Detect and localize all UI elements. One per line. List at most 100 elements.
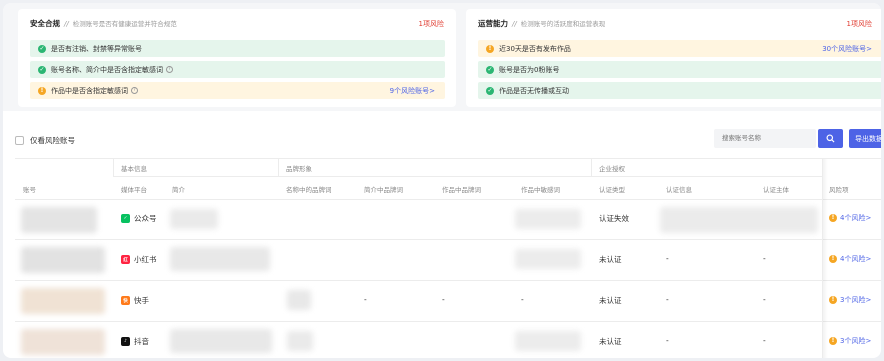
check-row-label: 作品中是否含指定敏感词 <box>51 86 128 95</box>
kuaishou-icon: 快 <box>121 296 130 305</box>
col-works-sensitive: 作品中敏感词 <box>521 186 560 194</box>
auth-subject: - <box>763 254 766 263</box>
name-brand-value <box>287 331 313 351</box>
col-platform: 媒体平台 <box>121 186 147 194</box>
auth-type: 未认证 <box>599 337 622 346</box>
warning-icon: ! <box>486 44 494 53</box>
col-auth-type: 认证类型 <box>599 186 625 194</box>
xiaohongshu-icon: 红 <box>121 255 130 264</box>
col-intro: 简介 <box>172 186 185 194</box>
intro-text <box>170 247 270 271</box>
check-pass-icon: ✓ <box>486 86 494 95</box>
platform-name: 快手 <box>134 296 149 305</box>
name-brand-value <box>287 290 311 310</box>
auth-type: 认证失效 <box>599 214 629 223</box>
account-avatar <box>21 247 105 273</box>
risk-link[interactable]: ! 3个风险> <box>829 336 871 346</box>
platform-name: 抖音 <box>134 337 149 346</box>
operations-title: 运营能力 <box>478 19 508 28</box>
platform-name: 小红书 <box>134 255 157 264</box>
check-row-works-sensitive: ! 作品中是否含指定敏感词 ? 9个风险账号> <box>30 82 445 99</box>
group-brand-image: 品牌形象 <box>286 165 312 173</box>
works-sensitive-value <box>515 249 581 269</box>
export-button[interactable]: 导出数据 <box>849 129 881 148</box>
douyin-icon: ♪ <box>121 337 130 346</box>
search-input[interactable] <box>714 129 816 148</box>
risk-link[interactable]: ! 3个风险> <box>829 295 871 305</box>
risk-only-label: 仅看风险账号 <box>30 136 75 145</box>
search-button[interactable] <box>818 129 843 148</box>
platform-name: 公众号 <box>134 214 157 223</box>
check-row-no-interaction: ✓ 作品是否无传播或互动 <box>478 82 881 99</box>
operations-card-header: 运营能力 // 检测账号的活跃度和运营表现 1项风险 <box>466 9 881 31</box>
help-icon[interactable]: ? <box>166 66 173 73</box>
risk-count: 3个风险> <box>840 296 872 304</box>
check-row-abnormal-account: ✓ 是否有注销、封禁等异常账号 <box>30 40 445 57</box>
search-icon <box>826 134 835 143</box>
warning-icon: ! <box>829 214 837 222</box>
app-frame: 安全合规 // 检测账号是否有健康运营并符合规范 1项风险 ✓ 是否有注销、封禁… <box>3 3 881 358</box>
check-row-name-sensitive: ✓ 账号名称、简介中是否含指定敏感词 ? <box>30 61 445 78</box>
risk-count: 4个风险> <box>840 255 872 263</box>
intro-text <box>170 209 218 229</box>
check-pass-icon: ✓ <box>38 65 46 74</box>
col-intro-brand: 简介中品牌词 <box>364 186 403 194</box>
warning-icon: ! <box>829 255 837 263</box>
works-sensitive: - <box>521 295 524 304</box>
risk-accounts-link[interactable]: 9个风险账号> <box>390 86 435 96</box>
group-basic-info: 基本信息 <box>121 165 147 173</box>
wechat-icon: ✓ <box>121 214 130 223</box>
check-row-zero-followers: ✓ 账号是否为0粉账号 <box>478 61 881 78</box>
operations-card: 运营能力 // 检测账号的活跃度和运营表现 1项风险 ! 近30天是否有发布作品… <box>466 9 881 107</box>
works-sensitive-value <box>515 209 581 229</box>
accounts-table: 基本信息 品牌形象 企业授权 账号 媒体平台 简介 名称中的品牌词 简介中品牌词… <box>15 158 881 358</box>
operations-risk-count: 1项风险 <box>846 20 872 28</box>
warning-icon: ! <box>829 337 837 345</box>
check-row-recent-posts: ! 近30天是否有发布作品 30个风险账号> <box>478 40 881 57</box>
risk-count: 3个风险> <box>840 337 872 345</box>
risk-only-checkbox[interactable] <box>15 136 24 145</box>
account-avatar <box>21 288 105 314</box>
account-avatar <box>21 329 105 355</box>
check-pass-icon: ✓ <box>38 44 46 53</box>
compliance-risk-count: 1项风险 <box>418 20 444 28</box>
auth-info: - <box>666 336 669 345</box>
auth-subject: - <box>763 336 766 345</box>
intro-text <box>170 329 272 353</box>
auth-subject: - <box>763 295 766 304</box>
warning-icon: ! <box>38 86 46 95</box>
col-account: 账号 <box>23 186 36 194</box>
group-enterprise-auth: 企业授权 <box>599 165 625 173</box>
auth-info: - <box>666 295 669 304</box>
intro-brand: - <box>364 295 367 304</box>
compliance-card-header: 安全合规 // 检测账号是否有健康运营并符合规范 1项风险 <box>18 9 456 31</box>
account-avatar <box>21 207 97 233</box>
compliance-description: 检测账号是否有健康运营并符合规范 <box>72 20 177 28</box>
check-row-label: 是否有注销、封禁等异常账号 <box>51 44 142 53</box>
col-works-brand: 作品中品牌词 <box>442 186 481 194</box>
title-separator: // <box>512 20 517 28</box>
help-icon[interactable]: ? <box>131 87 138 94</box>
works-sensitive-value <box>515 331 581 351</box>
risk-count: 4个风险> <box>840 214 872 222</box>
auth-info-value <box>660 207 818 233</box>
col-auth-subject: 认证主体 <box>763 186 789 194</box>
title-separator: // <box>64 20 69 28</box>
compliance-title: 安全合规 <box>30 19 60 28</box>
check-row-label: 账号名称、简介中是否含指定敏感词 <box>51 65 163 74</box>
auth-type: 未认证 <box>599 255 622 264</box>
check-row-label: 作品是否无传播或互动 <box>499 86 569 95</box>
check-row-label: 近30天是否有发布作品 <box>499 44 571 53</box>
col-risk: 风险项 <box>829 186 849 194</box>
auth-info: - <box>666 254 669 263</box>
auth-type: 未认证 <box>599 296 622 305</box>
operations-description: 检测账号的活跃度和运营表现 <box>520 20 606 28</box>
check-row-label: 账号是否为0粉账号 <box>499 65 560 74</box>
works-brand: - <box>442 295 445 304</box>
risk-only-filter[interactable]: 仅看风险账号 <box>15 135 75 146</box>
col-auth-info: 认证信息 <box>666 186 692 194</box>
risk-link[interactable]: ! 4个风险> <box>829 254 871 264</box>
risk-link[interactable]: ! 4个风险> <box>829 213 871 223</box>
check-pass-icon: ✓ <box>486 65 494 74</box>
risk-accounts-link[interactable]: 30个风险账号> <box>822 44 872 54</box>
